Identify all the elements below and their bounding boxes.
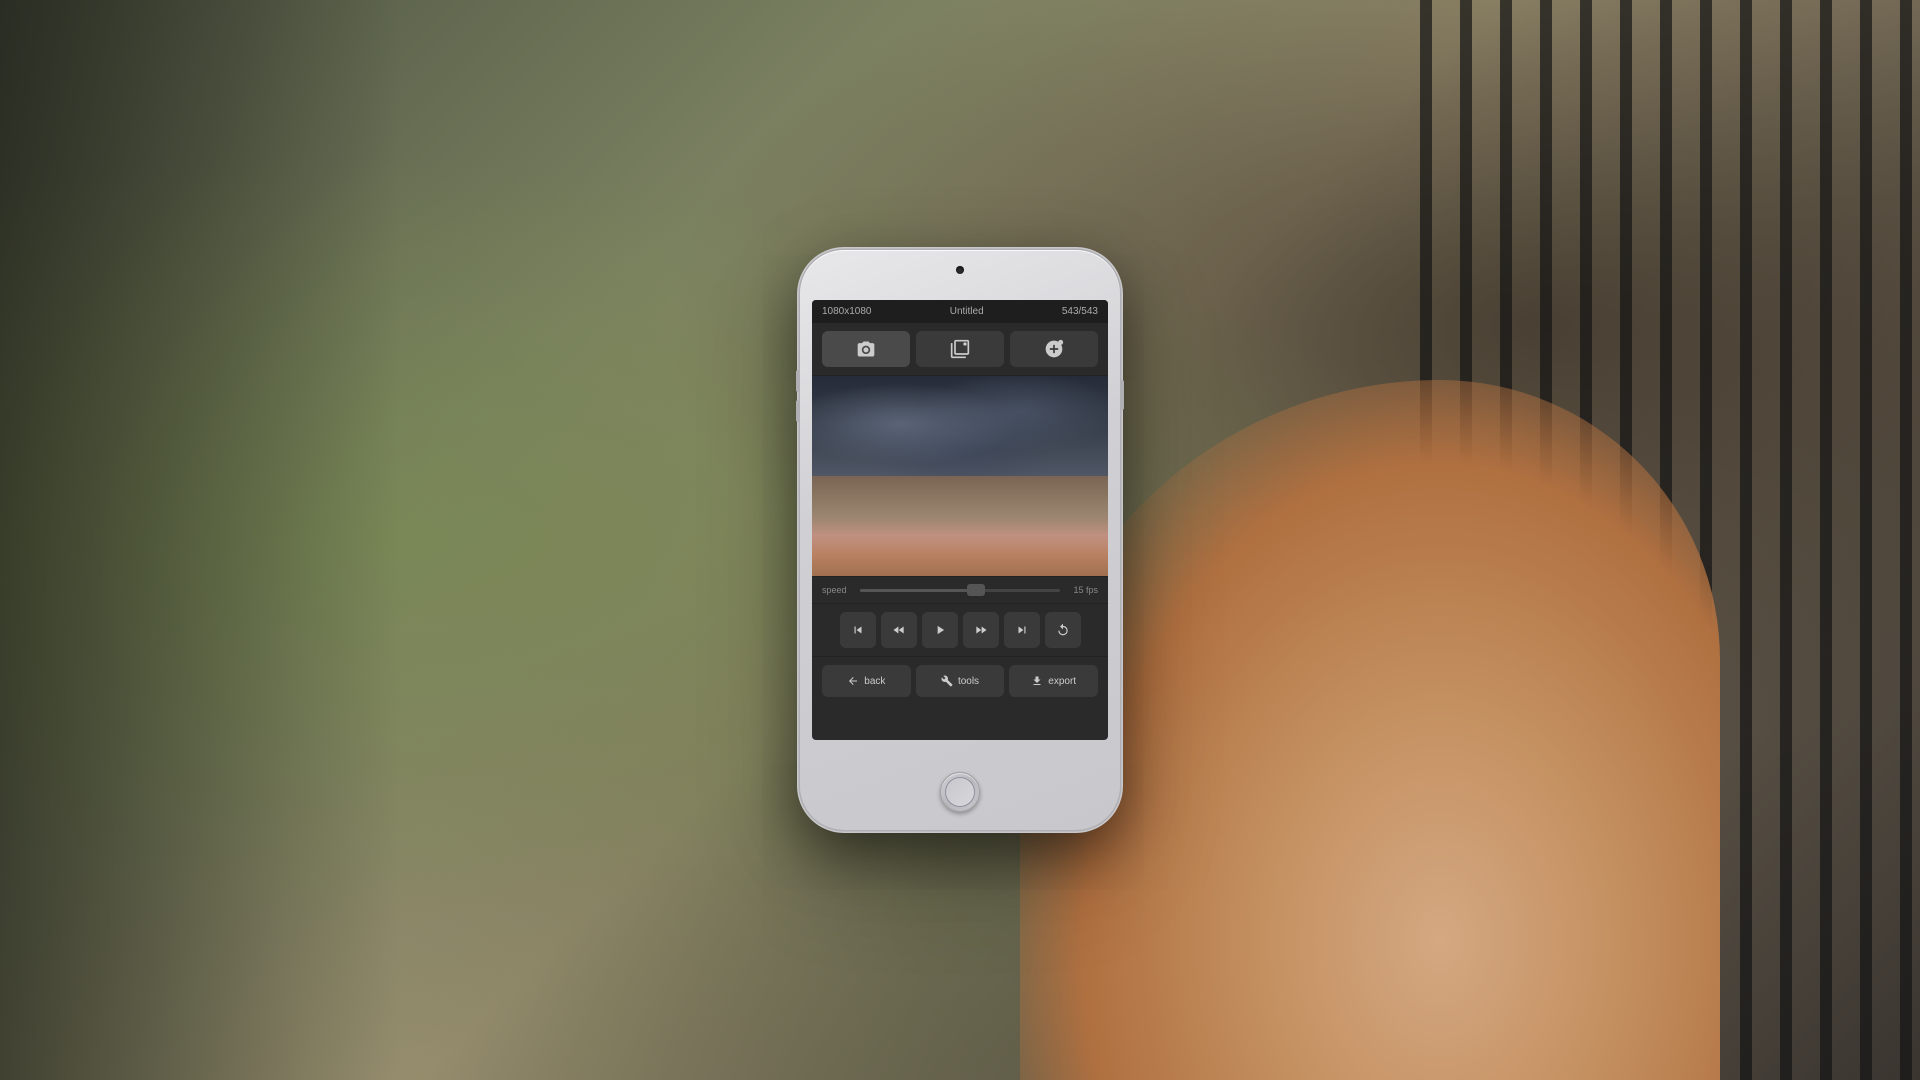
speed-slider-track[interactable] xyxy=(860,589,1060,592)
skip-to-start-button[interactable] xyxy=(840,612,876,648)
phone-wrapper: 1080x1080 Untitled 543/543 xyxy=(800,250,1120,830)
play-icon xyxy=(933,623,947,637)
play-button[interactable] xyxy=(922,612,958,648)
skip-to-end-icon xyxy=(1015,623,1029,637)
volume-down-button[interactable] xyxy=(796,400,800,422)
fast-forward-button[interactable] xyxy=(963,612,999,648)
transform-tool-button[interactable] xyxy=(916,331,1004,367)
volume-up-button[interactable] xyxy=(796,370,800,392)
left-dark-overlay xyxy=(0,0,400,1080)
speed-slider-fill xyxy=(860,589,980,592)
back-icon xyxy=(847,675,859,687)
power-button[interactable] xyxy=(1120,380,1124,410)
image-preview xyxy=(812,376,1108,576)
fast-forward-icon xyxy=(974,623,988,637)
rooftops xyxy=(812,476,1108,576)
speed-label: speed xyxy=(822,585,852,595)
rewind-button[interactable] xyxy=(881,612,917,648)
front-camera xyxy=(956,266,964,274)
toolbar xyxy=(812,323,1108,375)
settings-plus-icon xyxy=(1044,339,1064,359)
camera-icon xyxy=(856,339,876,359)
export-icon xyxy=(1031,675,1043,687)
settings-tool-button[interactable] xyxy=(1010,331,1098,367)
back-button[interactable]: back xyxy=(822,665,911,697)
screen-header: 1080x1080 Untitled 543/543 xyxy=(812,300,1108,323)
skip-to-start-icon xyxy=(851,623,865,637)
speed-control: speed 15 fps xyxy=(812,577,1108,603)
speed-slider-thumb[interactable] xyxy=(967,584,985,596)
title-label: Untitled xyxy=(950,306,984,317)
back-label: back xyxy=(864,676,885,687)
phone-body: 1080x1080 Untitled 543/543 xyxy=(800,250,1120,830)
loop-button[interactable] xyxy=(1045,612,1081,648)
loop-icon xyxy=(1056,623,1070,637)
home-button[interactable] xyxy=(940,772,980,812)
rewind-icon xyxy=(892,623,906,637)
tools-label: tools xyxy=(958,676,979,687)
speed-value: 15 fps xyxy=(1068,585,1098,595)
resolution-label: 1080x1080 xyxy=(822,306,872,317)
frame-count-label: 543/543 xyxy=(1062,306,1098,317)
action-bar: back tools export xyxy=(812,657,1108,705)
export-button[interactable]: export xyxy=(1009,665,1098,697)
export-label: export xyxy=(1048,676,1076,687)
tools-button[interactable]: tools xyxy=(916,665,1005,697)
transform-icon xyxy=(950,339,970,359)
phone-screen: 1080x1080 Untitled 543/543 xyxy=(812,300,1108,740)
home-button-inner xyxy=(945,777,975,807)
tools-icon xyxy=(941,675,953,687)
camera-tool-button[interactable] xyxy=(822,331,910,367)
skip-to-end-button[interactable] xyxy=(1004,612,1040,648)
playback-controls xyxy=(812,604,1108,656)
